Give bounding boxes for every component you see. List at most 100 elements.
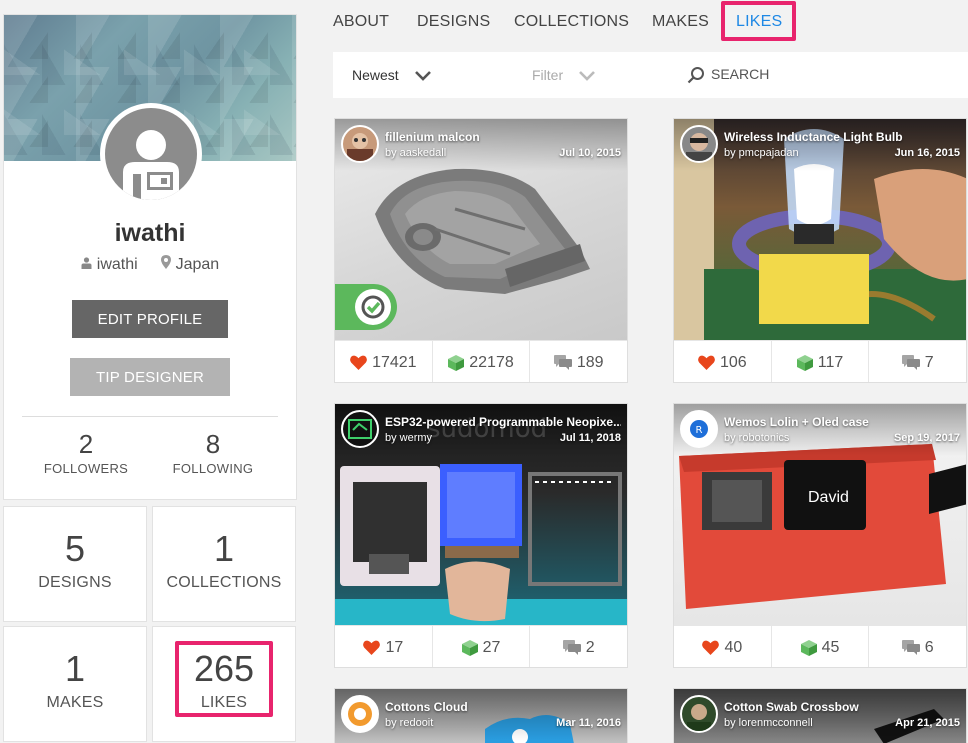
design-author[interactable]: by pmcpajadan: [724, 147, 799, 159]
like-button[interactable]: 40: [674, 626, 772, 667]
collections-stat[interactable]: 1 COLLECTIONS: [152, 506, 296, 622]
filter-dropdown[interactable]: Filter: [532, 67, 595, 83]
design-card[interactable]: Cottons Cloud by redooit Mar 11, 2016: [334, 688, 628, 743]
tab-likes-highlight-box: [721, 1, 796, 41]
design-author[interactable]: by lorenmcconnell: [724, 717, 813, 729]
like-button[interactable]: 17: [335, 626, 433, 667]
sort-dropdown[interactable]: Newest: [352, 67, 431, 83]
design-title[interactable]: Wemos Lolin + Oled case: [724, 415, 960, 429]
tab-designs[interactable]: DESIGNS: [417, 13, 490, 31]
tip-designer-button[interactable]: TIP DESIGNER: [70, 358, 230, 396]
sort-label: Newest: [352, 67, 399, 83]
design-date: Sep 19, 2017: [893, 432, 960, 444]
comment-count: 6: [924, 638, 934, 656]
profile-handle[interactable]: iwathi: [97, 256, 138, 274]
likes-highlight-box: [175, 641, 273, 717]
collections-count: 1: [213, 528, 235, 569]
comment-count: 2: [585, 638, 595, 656]
comment-count: 7: [924, 353, 934, 371]
design-title[interactable]: ESP32-powered Programmable Neopixe...: [385, 415, 621, 429]
location-pin-icon: [160, 255, 171, 274]
comment-button[interactable]: 2: [530, 626, 627, 667]
cube-icon: [796, 354, 813, 371]
designs-label: DESIGNS: [38, 574, 112, 591]
design-title[interactable]: Cottons Cloud: [385, 700, 621, 714]
comment-button[interactable]: 7: [869, 341, 966, 382]
tab-about[interactable]: ABOUT: [333, 13, 389, 31]
like-count: 17421: [372, 353, 417, 371]
chevron-down-icon: [414, 71, 431, 82]
chevron-down-icon: [579, 71, 595, 82]
author-avatar[interactable]: [341, 410, 379, 448]
comment-icon: [901, 640, 920, 655]
author-avatar[interactable]: [680, 695, 718, 733]
design-title[interactable]: Cotton Swab Crossbow: [724, 700, 960, 714]
designs-stat[interactable]: 5 DESIGNS: [3, 506, 147, 622]
makes-label: MAKES: [46, 694, 104, 711]
comment-button[interactable]: 189: [530, 341, 627, 382]
heart-icon: [363, 640, 381, 655]
remix-button[interactable]: 22178: [433, 341, 531, 382]
tab-collections[interactable]: COLLECTIONS: [514, 13, 629, 31]
card-stats: 40 45 6: [674, 625, 966, 667]
like-count: 40: [724, 638, 743, 656]
cube-icon: [448, 354, 465, 371]
remix-count: 27: [482, 638, 501, 656]
filter-label: Filter: [532, 67, 564, 83]
profile-location: Japan: [175, 255, 220, 273]
remix-button[interactable]: 27: [433, 626, 531, 667]
cube-icon: [461, 639, 478, 656]
filter-bar: Newest Filter SEARCH: [333, 52, 968, 98]
design-card[interactable]: sudomod ESP32-powered Programmable Neopi…: [334, 403, 628, 668]
like-count: 17: [385, 638, 404, 656]
design-author[interactable]: by wermy: [385, 432, 432, 444]
makes-stat[interactable]: 1 MAKES: [3, 626, 147, 742]
comment-button[interactable]: 6: [869, 626, 966, 667]
tab-makes[interactable]: MAKES: [652, 13, 709, 31]
comment-icon: [562, 640, 581, 655]
author-avatar[interactable]: [341, 125, 379, 163]
remix-count: 45: [821, 638, 840, 656]
design-author[interactable]: by robotonics: [724, 432, 789, 444]
profile-card: iwathi iwathi Japan EDIT PROFILE TIP DES…: [3, 14, 297, 500]
followers-stat[interactable]: 2 FOLLOWERS: [26, 429, 146, 476]
design-date: Jul 11, 2018: [559, 432, 621, 444]
following-stat[interactable]: 8 FOLLOWING: [153, 429, 273, 476]
design-date: Mar 11, 2016: [556, 717, 621, 729]
following-label: FOLLOWING: [172, 461, 254, 476]
design-card[interactable]: David R Wemos Lolin + Oled case by robot…: [673, 403, 967, 668]
author-avatar[interactable]: [341, 695, 379, 733]
divider: [22, 416, 278, 417]
design-author[interactable]: by redooit: [385, 717, 433, 729]
search-icon: [687, 67, 704, 84]
remix-button[interactable]: 117: [772, 341, 870, 382]
design-card[interactable]: Cotton Swab Crossbow by lorenmcconnell A…: [673, 688, 967, 743]
author-avatar[interactable]: R: [680, 410, 718, 448]
design-date: Apr 21, 2015: [895, 717, 960, 729]
followers-label: FOLLOWERS: [43, 461, 129, 476]
design-title[interactable]: Wireless Inductance Light Bulb: [724, 130, 960, 144]
cube-icon: [800, 639, 817, 656]
designs-count: 5: [64, 528, 86, 569]
search-label: SEARCH: [711, 66, 770, 82]
like-count: 106: [719, 353, 747, 371]
user-icon: [81, 256, 92, 274]
remix-button[interactable]: 45: [772, 626, 870, 667]
comment-icon: [553, 355, 572, 370]
author-avatar[interactable]: [680, 125, 718, 163]
profile-meta: iwathi Japan: [4, 255, 296, 274]
comment-icon: [901, 355, 920, 370]
profile-avatar[interactable]: [100, 103, 202, 205]
like-button[interactable]: 17421: [335, 341, 433, 382]
check-circle-icon: [361, 295, 385, 319]
card-stats: 17421 22178 189: [335, 340, 627, 382]
heart-icon: [350, 355, 367, 370]
search-button[interactable]: SEARCH: [687, 66, 769, 84]
design-card[interactable]: Wireless Inductance Light Bulb by pmcpaj…: [673, 118, 967, 383]
like-button[interactable]: 106: [674, 341, 772, 382]
comment-count: 189: [576, 353, 604, 371]
design-card[interactable]: fillenium malcon by aaskedall Jul 10, 20…: [334, 118, 628, 383]
edit-profile-button[interactable]: EDIT PROFILE: [72, 300, 228, 338]
design-author[interactable]: by aaskedall: [385, 147, 446, 159]
design-title[interactable]: fillenium malcon: [385, 130, 621, 144]
